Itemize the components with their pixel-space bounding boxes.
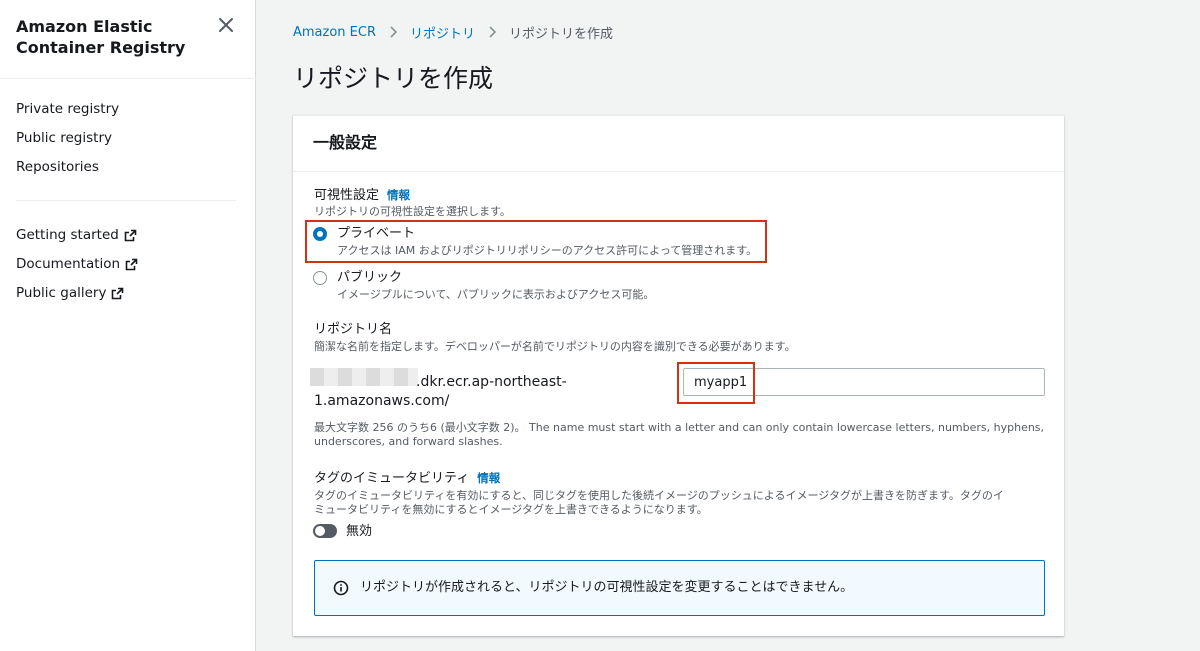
divider [0,78,256,79]
divider [16,200,236,201]
tag-immutability-description-1: タグのイミュータビリティを有効にすると、同じタグを使用した後続イメージのプッシュ… [314,489,1004,502]
alert-text: リポジトリが作成されると、リポジトリの可視性設定を変更することはできません。 [360,580,854,595]
sidebar: Amazon Elastic Container Registry Privat… [0,0,256,651]
page-title: リポジトリを作成 [293,64,494,93]
breadcrumb-link-ecr[interactable]: Amazon ECR [293,25,376,40]
close-icon[interactable] [216,15,236,35]
chevron-right-icon [390,26,398,38]
tag-immutability-toggle[interactable] [313,524,337,538]
repo-name-constraint-1: 最大文字数 256 のうち6 (最小文字数 2)。 The name must … [314,421,1045,434]
radio-private[interactable] [313,227,327,241]
visibility-label: 可視性設定 情報 [314,188,411,203]
breadcrumb: Amazon ECR リポジトリ リポジトリを作成 [293,22,613,42]
panel-header: 一般設定 [293,116,1064,172]
option-private-title: プライベート [337,226,416,241]
panel-title: 一般設定 [313,133,378,152]
radio-public[interactable] [313,271,327,285]
tag-immutability-info-link[interactable]: 情報 [477,471,500,485]
repo-name-description: 簡潔な名前を指定します。デベロッパーが名前でリポジトリの内容を識別できる必要があ… [314,340,796,353]
info-alert: リポジトリが作成されると、リポジトリの可視性設定を変更することはできません。 [314,560,1045,616]
repo-name-label: リポジトリ名 [314,322,393,337]
chevron-right-icon [489,26,497,38]
option-private-description: アクセスは IAM およびリポジトリリポリシーのアクセス許可によって管理されます… [337,244,758,257]
breadcrumb-current: リポジトリを作成 [509,26,614,42]
sidebar-item-repositories[interactable]: Repositories [16,158,99,176]
redacted-account-id [310,368,418,386]
sidebar-item-public-registry[interactable]: Public registry [16,129,112,147]
highlight-box-repo-name [677,362,755,404]
external-link-icon [124,229,137,241]
option-public-title: パブリック [337,270,403,285]
breadcrumb-link-repositories[interactable]: リポジトリ [410,23,475,42]
sidebar-link-getting-started[interactable]: Getting started [16,226,137,244]
visibility-info-link[interactable]: 情報 [387,188,410,202]
repo-name-constraint-2: underscores, and forward slashes. [314,435,503,448]
tag-immutability-description-2: ミュータビリティを無効にするとイメージタグを上書きできるようになります。 [314,503,708,516]
option-public-description: イメージプルについて、パブリックに表示およびアクセス可能。 [337,288,655,301]
toggle-label: 無効 [346,524,373,539]
external-link-icon [125,258,138,270]
sidebar-link-public-gallery[interactable]: Public gallery [16,284,124,302]
visibility-description: リポジトリの可視性設定を選択します。 [314,205,511,218]
repo-uri-line-1: .dkr.ecr.ap-northeast- [416,374,567,390]
external-link-icon [112,287,124,299]
sidebar-item-private-registry[interactable]: Private registry [16,100,119,118]
tag-immutability-label: タグのイミュータビリティ 情報 [314,471,501,486]
sidebar-link-documentation[interactable]: Documentation [16,255,138,273]
sidebar-title: Amazon Elastic Container Registry [16,17,186,57]
repo-uri-line-2: 1.amazonaws.com/ [314,393,450,409]
info-icon [333,580,349,596]
